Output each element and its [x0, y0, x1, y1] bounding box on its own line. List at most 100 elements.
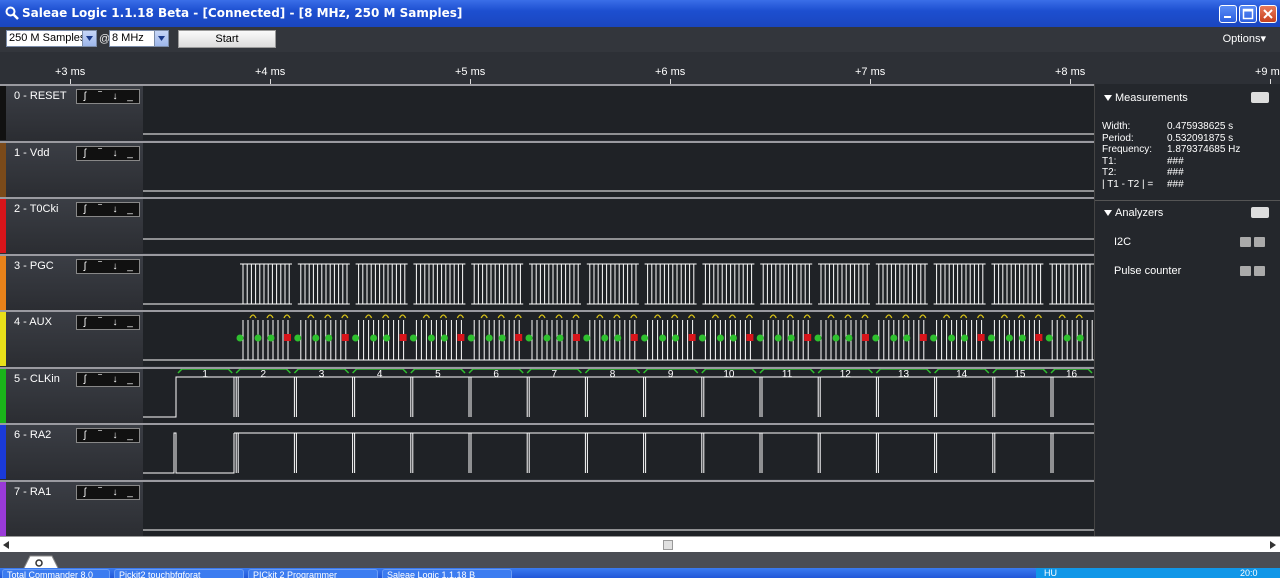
- high-level-icon[interactable]: ‾: [93, 429, 107, 442]
- scroll-left-icon[interactable]: [3, 541, 9, 549]
- low-level-icon[interactable]: _: [123, 486, 137, 499]
- gear-icon[interactable]: [1251, 92, 1269, 103]
- channel-label[interactable]: 0 - RESET ʃ ‾ ↓ _: [0, 86, 143, 140]
- waveform[interactable]: [143, 256, 1094, 310]
- maximize-button[interactable]: [1239, 5, 1257, 23]
- scroll-right-icon[interactable]: [1270, 541, 1276, 549]
- rising-edge-icon[interactable]: ʃ: [78, 429, 92, 442]
- taskbar-item[interactable]: PICkit 2 Programmer: [248, 569, 378, 578]
- annotation-arc: [654, 314, 662, 319]
- annotation-arc: [497, 314, 505, 319]
- waveform[interactable]: [143, 425, 1094, 479]
- time-tick-label: +8 ms: [1055, 66, 1086, 78]
- analyzer-gear-icon[interactable]: [1254, 266, 1265, 276]
- low-level-icon[interactable]: _: [123, 90, 137, 103]
- measurement-value: ###: [1167, 155, 1184, 167]
- channel-row: 0 - RESET ʃ ‾ ↓ _: [0, 84, 1094, 140]
- channel-label[interactable]: 2 - T0Cki ʃ ‾ ↓ _: [0, 199, 143, 253]
- high-level-icon[interactable]: ‾: [93, 203, 107, 216]
- ack-marker: [987, 334, 995, 342]
- annotation-arc: [1034, 314, 1042, 319]
- close-analyzer-icon[interactable]: [1240, 237, 1251, 247]
- low-level-icon[interactable]: _: [123, 429, 137, 442]
- ack-marker: [543, 334, 551, 342]
- high-level-icon[interactable]: ‾: [93, 316, 107, 329]
- channel-label[interactable]: 4 - AUX ʃ ‾ ↓ _: [0, 312, 143, 366]
- falling-edge-icon[interactable]: ↓: [108, 486, 122, 499]
- waveform[interactable]: [143, 482, 1094, 536]
- horizontal-scrollbar[interactable]: [0, 536, 1280, 553]
- channel-label[interactable]: 6 - RA2 ʃ ‾ ↓ _: [0, 425, 143, 479]
- start-marker: [1035, 334, 1043, 341]
- waveform[interactable]: [143, 86, 1094, 140]
- rising-edge-icon[interactable]: ʃ: [78, 316, 92, 329]
- rising-edge-icon[interactable]: ʃ: [78, 147, 92, 160]
- decode-label: 13: [898, 369, 910, 380]
- language-indicator[interactable]: HU: [1044, 568, 1057, 578]
- options-menu[interactable]: Options▾: [1223, 32, 1266, 45]
- annotation-arc: [728, 314, 736, 319]
- falling-edge-icon[interactable]: ↓: [108, 429, 122, 442]
- samples-select[interactable]: 250 M Samples: [6, 30, 97, 47]
- waveform[interactable]: [143, 312, 1094, 366]
- falling-edge-icon[interactable]: ↓: [108, 90, 122, 103]
- measurement-value: ###: [1167, 167, 1184, 178]
- annotation-arc: [307, 314, 315, 319]
- falling-edge-icon[interactable]: ↓: [108, 147, 122, 160]
- waveform[interactable]: 1 2 3 4 5 6 7 8 9 10 11 12 13 14 15 16: [143, 369, 1094, 423]
- low-level-icon[interactable]: _: [123, 203, 137, 216]
- high-level-icon[interactable]: ‾: [93, 373, 107, 386]
- analyzer-gear-icon[interactable]: [1254, 237, 1265, 247]
- channel-label[interactable]: 5 - CLKin ʃ ‾ ↓ _: [0, 369, 143, 423]
- ack-marker: [890, 334, 898, 342]
- analyzer-item[interactable]: Pulse counter: [1114, 265, 1181, 277]
- ack-marker: [370, 334, 378, 342]
- annotation-arc: [844, 314, 852, 319]
- channel-label[interactable]: 7 - RA1 ʃ ‾ ↓ _: [0, 482, 143, 536]
- analyzer-item[interactable]: I2C: [1114, 236, 1131, 248]
- falling-edge-icon[interactable]: ↓: [108, 316, 122, 329]
- waveform[interactable]: [143, 143, 1094, 197]
- close-analyzer-icon[interactable]: [1240, 266, 1251, 276]
- falling-edge-icon[interactable]: ↓: [108, 203, 122, 216]
- measurement-label: T2:: [1102, 167, 1117, 178]
- collapse-triangle-icon[interactable]: [1104, 95, 1112, 101]
- collapse-triangle-icon[interactable]: [1104, 210, 1112, 216]
- scroll-thumb[interactable]: [663, 540, 673, 550]
- high-level-icon[interactable]: ‾: [93, 486, 107, 499]
- low-level-icon[interactable]: _: [123, 147, 137, 160]
- close-button[interactable]: [1259, 5, 1277, 23]
- rising-edge-icon[interactable]: ʃ: [78, 203, 92, 216]
- start-button[interactable]: Start: [178, 30, 276, 48]
- rate-select[interactable]: 8 MHz: [109, 30, 169, 47]
- add-analyzer-icon[interactable]: [1251, 207, 1269, 218]
- chevron-down-icon[interactable]: [154, 31, 168, 46]
- low-level-icon[interactable]: _: [123, 373, 137, 386]
- taskbar-item[interactable]: Saleae Logic 1.1.18 B: [382, 569, 512, 578]
- rising-edge-icon[interactable]: ʃ: [78, 373, 92, 386]
- channel-area: 0 - RESET ʃ ‾ ↓ _ 1 - Vdd ʃ ‾ ↓ _ 2 - T0Cki ʃ ‾ ↓ _ 3 -…: [0, 84, 1094, 536]
- channel-label[interactable]: 3 - PGC ʃ ‾ ↓ _: [0, 256, 143, 310]
- trigger-buttons: ʃ ‾ ↓ _: [76, 372, 140, 387]
- tab-strip-icon[interactable]: [22, 554, 62, 568]
- rising-edge-icon[interactable]: ʃ: [78, 90, 92, 103]
- taskbar: Total Commander 8.0 Pickit2 touchbfgforat…: [0, 568, 1280, 578]
- waveform[interactable]: [143, 199, 1094, 253]
- time-axis: +3 ms +4 ms +5 ms +6 ms +7 ms +8 ms +9 ms: [0, 52, 1280, 84]
- high-level-icon[interactable]: ‾: [93, 147, 107, 160]
- high-level-icon[interactable]: ‾: [93, 260, 107, 273]
- taskbar-item[interactable]: Pickit2 touchbfgforat: [114, 569, 244, 578]
- ack-marker: [525, 334, 533, 342]
- rising-edge-icon[interactable]: ʃ: [78, 260, 92, 273]
- chevron-down-icon[interactable]: [82, 31, 96, 46]
- rising-edge-icon[interactable]: ʃ: [78, 486, 92, 499]
- high-level-icon[interactable]: ‾: [93, 90, 107, 103]
- falling-edge-icon[interactable]: ↓: [108, 260, 122, 273]
- falling-edge-icon[interactable]: ↓: [108, 373, 122, 386]
- low-level-icon[interactable]: _: [123, 316, 137, 329]
- taskbar-item[interactable]: Total Commander 8.0: [2, 569, 110, 578]
- channel-label[interactable]: 1 - Vdd ʃ ‾ ↓ _: [0, 143, 143, 197]
- minimize-button[interactable]: [1219, 5, 1237, 23]
- low-level-icon[interactable]: _: [123, 260, 137, 273]
- start-marker: [919, 334, 927, 341]
